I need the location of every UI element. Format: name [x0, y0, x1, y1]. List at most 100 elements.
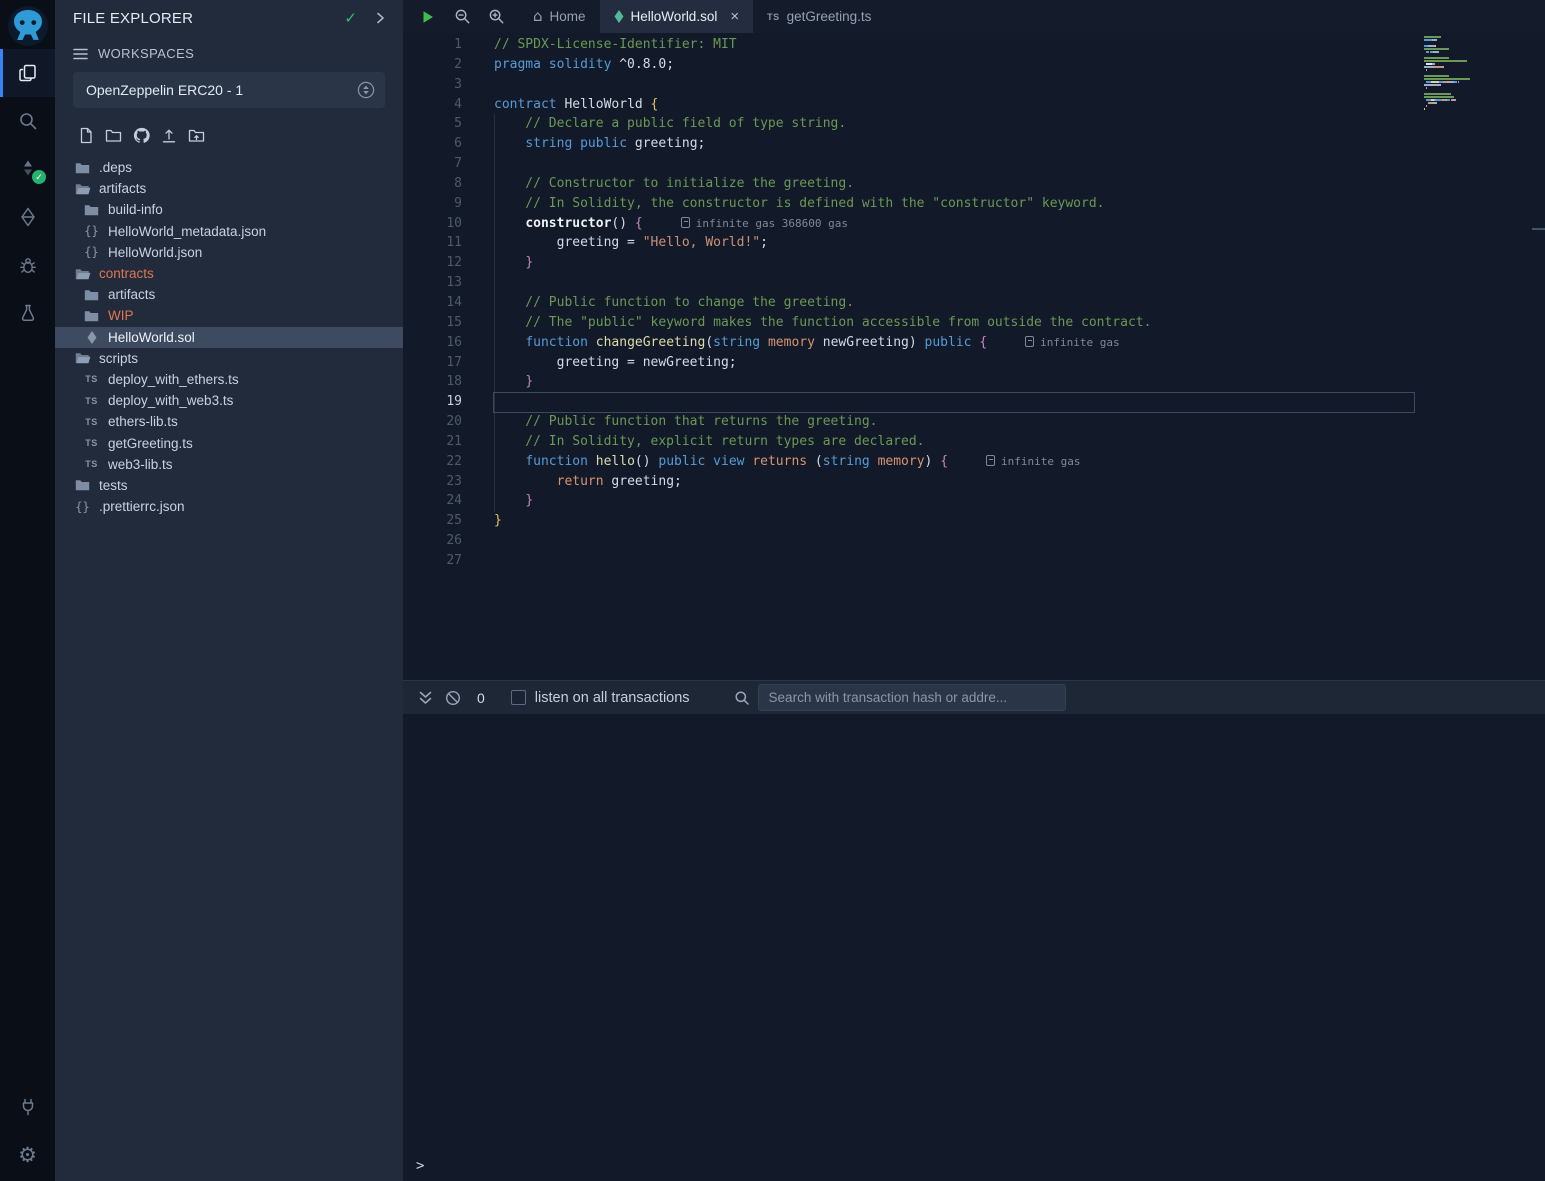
code-line[interactable]: greeting = "Hello, World!";	[494, 233, 1151, 253]
tree-item-tests[interactable]: tests	[55, 475, 403, 496]
debugger-icon[interactable]	[0, 241, 55, 289]
code-line[interactable]: // Constructor to initialize the greetin…	[494, 174, 1151, 194]
listen-all-transactions-label[interactable]: listen on all transactions	[535, 690, 690, 706]
deploy-run-icon[interactable]	[0, 193, 55, 241]
line-number[interactable]: 8	[403, 174, 462, 194]
close-tab-icon[interactable]: ×	[730, 8, 739, 25]
code-line[interactable]: // SPDX-License-Identifier: MIT	[494, 35, 1151, 55]
line-number[interactable]: 11	[403, 233, 462, 253]
terminal-expand-icon[interactable]	[418, 690, 433, 706]
tree-item-build-info[interactable]: build-info	[55, 199, 403, 220]
listen-all-transactions-checkbox[interactable]	[511, 690, 526, 705]
line-number[interactable]: 25	[403, 511, 462, 531]
terminal-clear-icon[interactable]	[445, 690, 461, 706]
code-line[interactable]: // Public function to change the greetin…	[494, 293, 1151, 313]
line-number[interactable]: 26	[403, 531, 462, 551]
line-number[interactable]: 10	[403, 214, 462, 234]
create-file-icon[interactable]	[78, 127, 94, 144]
line-number[interactable]: 2	[403, 55, 462, 75]
code-line[interactable]	[494, 154, 1151, 174]
tree-item-scripts[interactable]: scripts	[55, 348, 403, 369]
terminal-search-input[interactable]	[758, 684, 1066, 711]
tree-item-deploy_with_ethers.ts[interactable]: TSdeploy_with_ethers.ts	[55, 369, 403, 390]
upload-folder-icon[interactable]	[188, 128, 205, 143]
line-number[interactable]: 13	[403, 273, 462, 293]
github-icon[interactable]	[133, 127, 150, 144]
search-icon[interactable]	[0, 97, 55, 145]
line-number[interactable]: 5	[403, 114, 462, 134]
line-number[interactable]: 27	[403, 551, 462, 571]
line-number[interactable]: 14	[403, 293, 462, 313]
code-line[interactable]: // Public function that returns the gree…	[494, 412, 1151, 432]
remix-logo-icon[interactable]	[5, 3, 51, 49]
code-line[interactable]	[494, 273, 1151, 293]
minimap[interactable]	[1424, 36, 1502, 117]
line-number[interactable]: 17	[403, 353, 462, 373]
run-script-button[interactable]	[411, 0, 445, 33]
line-number[interactable]: 21	[403, 432, 462, 452]
zoom-out-icon[interactable]	[445, 0, 479, 33]
accept-check-icon[interactable]: ✓	[344, 9, 357, 27]
unit-testing-icon[interactable]	[0, 289, 55, 337]
tab-Home[interactable]: ⌂Home	[519, 0, 600, 33]
workspace-select[interactable]: OpenZeppelin ERC20 - 1	[73, 72, 385, 108]
code-editor[interactable]: 1234567891011121314151617181920212223242…	[403, 33, 1545, 680]
code-line[interactable]: }	[494, 372, 1151, 392]
tree-item-contracts[interactable]: contracts	[55, 263, 403, 284]
code-line[interactable]: pragma solidity ^0.8.0;	[494, 55, 1151, 75]
code-line[interactable]: function hello() public view returns (st…	[494, 452, 1151, 472]
code-line[interactable]: greeting = newGreeting;	[494, 353, 1151, 373]
line-number[interactable]: 16	[403, 333, 462, 353]
code-line[interactable]	[494, 392, 1151, 412]
code-line[interactable]: // The "public" keyword makes the functi…	[494, 313, 1151, 333]
code-line[interactable]: function changeGreeting(string memory ne…	[494, 333, 1151, 353]
code-line[interactable]	[494, 531, 1151, 551]
chevron-right-icon[interactable]	[373, 11, 387, 25]
tree-item-getGreeting.ts[interactable]: TSgetGreeting.ts	[55, 432, 403, 453]
tree-item-artifacts[interactable]: artifacts	[55, 178, 403, 199]
line-number[interactable]: 1	[403, 35, 462, 55]
line-number[interactable]: 7	[403, 154, 462, 174]
file-explorer-icon[interactable]	[0, 49, 55, 97]
code-line[interactable]	[494, 75, 1151, 95]
tree-item-web3-lib.ts[interactable]: TSweb3-lib.ts	[55, 454, 403, 475]
line-number[interactable]: 9	[403, 194, 462, 214]
code-line[interactable]: string public greeting;	[494, 134, 1151, 154]
code-line[interactable]: constructor() {infinite gas 368600 gas	[494, 214, 1151, 234]
zoom-in-icon[interactable]	[479, 0, 513, 33]
code-line[interactable]: }	[494, 511, 1151, 531]
terminal-output[interactable]: >	[403, 714, 1545, 1181]
tree-item-deploy_with_web3.ts[interactable]: TSdeploy_with_web3.ts	[55, 390, 403, 411]
code-line[interactable]: return greeting;	[494, 472, 1151, 492]
hamburger-menu-icon[interactable]	[73, 48, 88, 60]
line-number[interactable]: 3	[403, 75, 462, 95]
settings-gear-icon[interactable]: ⚙	[0, 1131, 55, 1179]
tree-item-HelloWorld_metadata.json[interactable]: {}HelloWorld_metadata.json	[55, 221, 403, 242]
code-line[interactable]: contract HelloWorld {	[494, 95, 1151, 115]
line-number[interactable]: 23	[403, 472, 462, 492]
create-folder-icon[interactable]	[105, 128, 122, 143]
tab-getGreeting.ts[interactable]: TSgetGreeting.ts	[753, 0, 885, 33]
line-number[interactable]: 22	[403, 452, 462, 472]
tree-item-.prettierrc.json[interactable]: {}.prettierrc.json	[55, 496, 403, 517]
tree-item-ethers-lib.ts[interactable]: TSethers-lib.ts	[55, 411, 403, 432]
line-number[interactable]: 18	[403, 372, 462, 392]
line-number[interactable]: 12	[403, 253, 462, 273]
tree-item-artifacts[interactable]: artifacts	[55, 284, 403, 305]
code-line[interactable]: // Declare a public field of type string…	[494, 114, 1151, 134]
code-line[interactable]	[494, 551, 1151, 571]
tree-item-HelloWorld.json[interactable]: {}HelloWorld.json	[55, 242, 403, 263]
tab-HelloWorld.sol[interactable]: HelloWorld.sol×	[600, 0, 754, 33]
solidity-compiler-icon[interactable]: ✓	[0, 145, 55, 193]
code-line[interactable]: }	[494, 491, 1151, 511]
tree-item-.deps[interactable]: .deps	[55, 157, 403, 178]
code-line[interactable]: // In Solidity, explicit return types ar…	[494, 432, 1151, 452]
code-line[interactable]: // In Solidity, the constructor is defin…	[494, 194, 1151, 214]
line-number[interactable]: 19	[403, 392, 462, 412]
line-number[interactable]: 6	[403, 134, 462, 154]
line-number[interactable]: 24	[403, 491, 462, 511]
plugin-manager-icon[interactable]	[0, 1083, 55, 1131]
code-line[interactable]: }	[494, 253, 1151, 273]
line-number[interactable]: 4	[403, 95, 462, 115]
tree-item-WIP[interactable]: WIP	[55, 305, 403, 326]
